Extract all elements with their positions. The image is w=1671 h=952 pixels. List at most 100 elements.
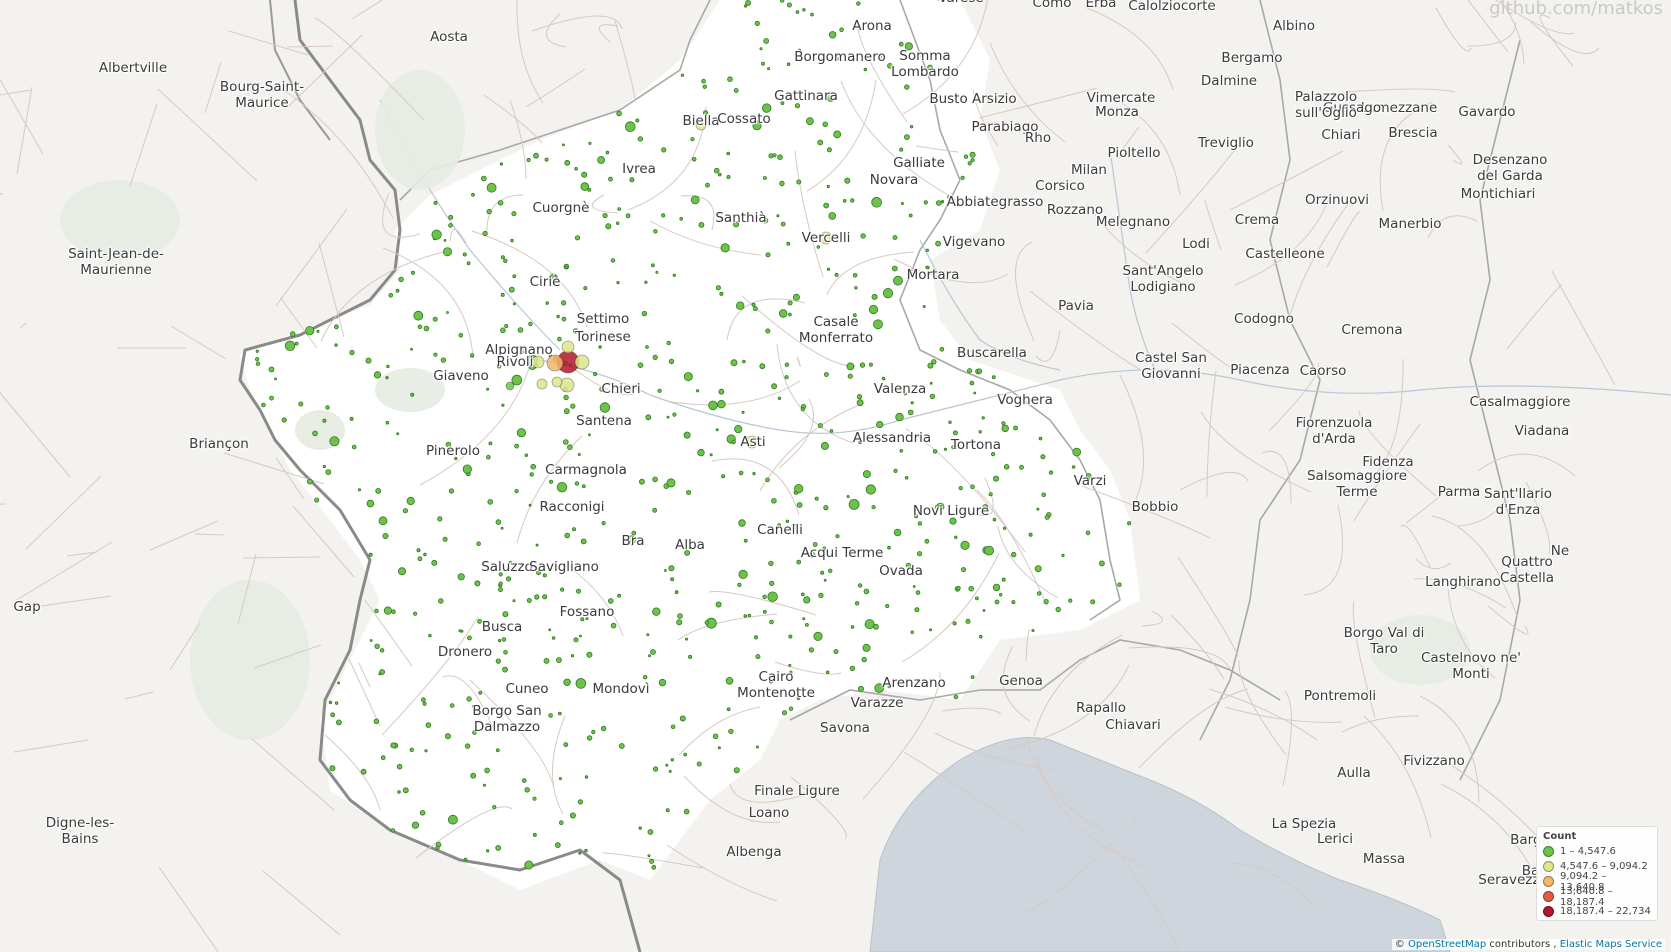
count-point	[981, 416, 985, 420]
count-point	[433, 352, 438, 357]
map-canvas[interactable]: Aosta Albertville Bourg-Saint- Maurice Sain…	[0, 0, 1671, 952]
count-point	[383, 606, 392, 615]
count-point	[670, 724, 676, 730]
count-point	[586, 735, 593, 741]
count-point	[472, 730, 477, 735]
count-point	[284, 340, 296, 352]
count-point	[610, 258, 616, 263]
count-point	[683, 431, 691, 439]
road	[1119, 101, 1181, 196]
count-point	[800, 592, 805, 597]
count-point	[486, 208, 492, 215]
count-point	[573, 637, 579, 643]
count-point	[690, 137, 695, 142]
count-point	[645, 345, 649, 349]
count-point	[763, 176, 767, 180]
count-point	[822, 546, 827, 551]
count-point	[524, 860, 534, 870]
ems-link[interactable]: Elastic Maps Service	[1560, 939, 1662, 950]
count-point	[868, 362, 873, 367]
count-point	[557, 336, 562, 342]
count-point	[776, 214, 780, 218]
count-point	[782, 710, 788, 716]
count-point	[558, 711, 562, 716]
count-point	[485, 849, 490, 853]
count-point	[409, 747, 414, 752]
count-point	[599, 386, 605, 393]
count-point	[482, 230, 488, 237]
count-point	[747, 613, 751, 618]
osm-link[interactable]: OpenStreetMap	[1408, 939, 1486, 950]
count-point	[887, 684, 892, 689]
count-point	[512, 302, 516, 306]
count-point	[769, 619, 774, 625]
count-point	[502, 611, 509, 618]
count-point	[769, 580, 775, 587]
road	[149, 520, 219, 551]
road	[242, 556, 321, 559]
count-point	[563, 394, 569, 401]
count-point	[668, 565, 675, 572]
count-point	[910, 630, 914, 634]
count-point	[365, 357, 372, 364]
count-point	[514, 443, 519, 449]
count-point	[730, 359, 738, 367]
count-point	[802, 8, 806, 12]
count-point	[765, 252, 771, 258]
count-point	[312, 430, 318, 437]
count-point	[556, 314, 560, 319]
count-point	[817, 139, 824, 146]
count-point	[1019, 464, 1024, 470]
road	[1415, 558, 1452, 570]
count-point	[651, 864, 657, 870]
count-point	[762, 610, 767, 614]
count-point	[852, 313, 857, 318]
count-point	[836, 57, 840, 61]
count-point	[686, 489, 692, 495]
count-point	[562, 143, 565, 147]
count-point	[796, 179, 802, 185]
count-point	[420, 697, 426, 703]
road	[1177, 556, 1239, 658]
count-point	[517, 327, 524, 333]
count-point	[951, 445, 956, 450]
count-point	[626, 535, 636, 545]
road	[1539, 14, 1574, 67]
count-point	[351, 444, 357, 450]
count-point	[388, 292, 394, 298]
count-point	[839, 27, 844, 33]
road	[614, 20, 636, 103]
count-point	[708, 400, 718, 411]
count-point	[803, 596, 811, 604]
count-point	[702, 84, 707, 89]
count-point	[581, 484, 586, 489]
count-point	[672, 273, 676, 277]
count-point	[943, 447, 948, 451]
count-point	[970, 484, 975, 490]
count-point	[422, 701, 427, 706]
count-point	[643, 675, 648, 680]
count-point	[771, 497, 777, 504]
count-point	[753, 119, 758, 123]
count-point	[1071, 465, 1076, 469]
count-point	[753, 306, 758, 312]
count-point	[1001, 421, 1006, 426]
count-point	[792, 293, 800, 301]
count-point	[868, 304, 879, 315]
road	[0, 78, 44, 155]
count-point	[576, 588, 582, 594]
count-point	[601, 520, 606, 526]
count-point	[524, 453, 528, 457]
count-point	[856, 399, 864, 407]
count-point	[410, 270, 415, 275]
count-point	[786, 241, 791, 246]
count-point	[712, 733, 719, 740]
count-point	[591, 729, 596, 735]
road	[124, 691, 154, 700]
count-point	[402, 508, 408, 514]
count-point	[577, 799, 584, 805]
count-point	[360, 768, 367, 775]
count-point	[328, 700, 333, 705]
count-point	[402, 787, 409, 794]
count-point	[922, 304, 926, 308]
